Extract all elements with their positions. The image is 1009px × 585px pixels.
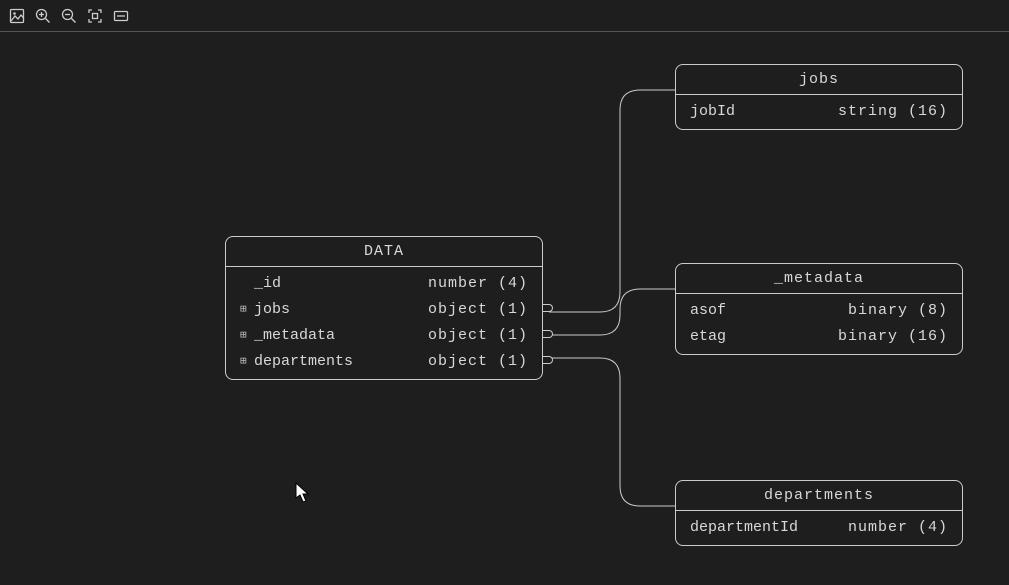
expand-icon[interactable]: ⊞ <box>240 299 254 321</box>
connector-port <box>543 330 553 338</box>
save-image-icon[interactable] <box>8 7 26 25</box>
field-row: jobId string (16) <box>676 99 962 125</box>
expand-icon[interactable]: ⊞ <box>240 351 254 373</box>
field-name: jobId <box>690 101 735 123</box>
field-name: _id <box>254 273 281 295</box>
entity-departments[interactable]: departments departmentId number (4) <box>675 480 963 546</box>
entity-jobs[interactable]: jobs jobId string (16) <box>675 64 963 130</box>
field-type: binary (16) <box>838 326 948 348</box>
field-name: jobs <box>254 299 290 321</box>
field-name: departments <box>254 351 353 373</box>
entity-title: _metadata <box>676 264 962 294</box>
field-row: ⊞ departments object (1) <box>226 349 542 375</box>
entity-data[interactable]: DATA _id number (4) ⊞ jobs object (1) ⊞ … <box>225 236 543 380</box>
field-row: ⊞ jobs object (1) <box>226 297 542 323</box>
field-row: _id number (4) <box>226 271 542 297</box>
field-type: binary (8) <box>848 300 948 322</box>
zoom-out-icon[interactable] <box>60 7 78 25</box>
field-type: string (16) <box>838 101 948 123</box>
field-name: departmentId <box>690 517 798 539</box>
field-row: asof binary (8) <box>676 298 962 324</box>
connector-port <box>543 304 553 312</box>
toolbar <box>0 0 1009 32</box>
field-type: object (1) <box>428 299 528 321</box>
entity-title: DATA <box>226 237 542 267</box>
fullscreen-icon[interactable] <box>112 7 130 25</box>
field-row: ⊞ _metadata object (1) <box>226 323 542 349</box>
field-name: etag <box>690 326 726 348</box>
field-name: _metadata <box>254 325 335 347</box>
entity-metadata[interactable]: _metadata asof binary (8) etag binary (1… <box>675 263 963 355</box>
field-type: number (4) <box>428 273 528 295</box>
zoom-in-icon[interactable] <box>34 7 52 25</box>
connector-port <box>543 356 553 364</box>
expand-icon[interactable]: ⊞ <box>240 325 254 347</box>
entity-title: departments <box>676 481 962 511</box>
fit-screen-icon[interactable] <box>86 7 104 25</box>
field-type: object (1) <box>428 325 528 347</box>
field-type: object (1) <box>428 351 528 373</box>
mouse-cursor-icon <box>295 482 311 504</box>
field-name: asof <box>690 300 726 322</box>
field-row: etag binary (16) <box>676 324 962 350</box>
entity-title: jobs <box>676 65 962 95</box>
diagram-canvas[interactable]: DATA _id number (4) ⊞ jobs object (1) ⊞ … <box>0 32 1009 585</box>
field-row: departmentId number (4) <box>676 515 962 541</box>
field-type: number (4) <box>848 517 948 539</box>
